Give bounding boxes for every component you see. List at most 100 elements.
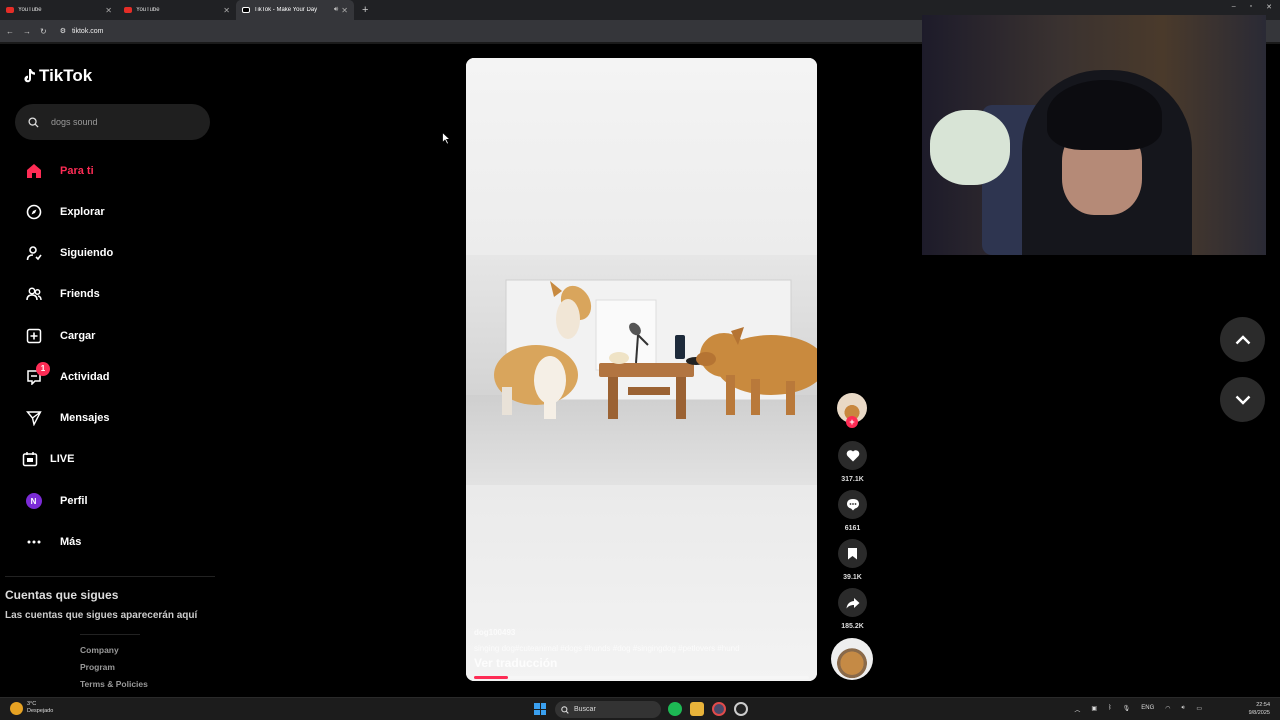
- following-title: Cuentas que sigues: [5, 588, 119, 602]
- clock-date: 9/8/2025: [1248, 710, 1270, 716]
- spotify-icon[interactable]: [668, 702, 682, 716]
- weather-widget[interactable]: 3°C Despejado: [10, 701, 53, 715]
- start-button[interactable]: [534, 703, 546, 715]
- creator-avatar[interactable]: +: [837, 393, 867, 428]
- clock-time: 22:54: [1256, 702, 1270, 708]
- music-disc-icon[interactable]: [831, 638, 873, 680]
- nav-item-mas[interactable]: Más: [25, 532, 81, 552]
- compass-icon: [25, 204, 42, 221]
- activity-badge: 1: [36, 361, 50, 376]
- search-placeholder: dogs sound: [51, 117, 98, 127]
- comment-icon[interactable]: [838, 490, 867, 519]
- share-icon[interactable]: [838, 588, 867, 617]
- tab-title: YouTube: [18, 7, 42, 13]
- nav-item-friends[interactable]: Friends: [25, 284, 100, 304]
- speaker-icon[interactable]: 🔊︎: [334, 6, 338, 14]
- youtube-favicon-icon: [124, 7, 132, 13]
- new-tab-button[interactable]: +: [362, 4, 368, 16]
- footer-link-terms[interactable]: Terms & Policies: [80, 679, 148, 689]
- minimize-button[interactable]: –: [1232, 3, 1236, 11]
- comment-action[interactable]: 6161: [838, 490, 867, 532]
- bluetooth-icon[interactable]: ᛒ: [1108, 705, 1112, 714]
- activity-icon: 1: [25, 361, 50, 386]
- site-info-icon[interactable]: ⚙︎: [60, 27, 66, 35]
- taskbar-search[interactable]: Buscar: [555, 701, 661, 718]
- video-player[interactable]: dog100493 singing dog#cuteanimal #dogs #…: [466, 58, 817, 681]
- nav-label: Siguiendo: [60, 247, 114, 259]
- file-explorer-icon[interactable]: [690, 702, 704, 716]
- browser-tab-youtube-1[interactable]: YouTube ✕: [0, 0, 118, 20]
- footer-link-company[interactable]: Company: [80, 645, 119, 655]
- nav-item-explorar[interactable]: Explorar: [25, 202, 105, 222]
- app-icon[interactable]: [734, 702, 748, 716]
- back-icon[interactable]: ←: [6, 27, 14, 36]
- forward-icon[interactable]: →: [23, 27, 31, 36]
- previous-video-button[interactable]: [1220, 317, 1265, 362]
- battery-icon[interactable]: ▭: [1196, 705, 1202, 714]
- nav-item-siguiendo[interactable]: Siguiendo: [25, 243, 113, 263]
- sidebar-divider: [5, 576, 215, 577]
- close-tab-icon[interactable]: ✕: [223, 6, 230, 15]
- volume-icon[interactable]: 🔉︎: [1182, 705, 1186, 714]
- translate-link[interactable]: Ver traducción: [474, 656, 557, 670]
- close-tab-icon[interactable]: ✕: [341, 6, 348, 15]
- upload-icon: [25, 328, 42, 345]
- close-window-button[interactable]: ✕: [1266, 3, 1272, 11]
- heart-icon[interactable]: [838, 441, 867, 470]
- bookmark-icon[interactable]: [838, 539, 867, 568]
- nav-item-cargar[interactable]: Cargar: [25, 326, 95, 346]
- follow-plus-button[interactable]: +: [846, 416, 858, 428]
- video-description[interactable]: singing dog#cuteanimal #dogs #hunds #dog…: [474, 644, 740, 653]
- comment-count: 6161: [844, 525, 861, 532]
- save-action[interactable]: 39.1K: [838, 539, 867, 581]
- wifi-icon[interactable]: ◠: [1165, 705, 1170, 714]
- video-scene: [466, 255, 817, 485]
- nav-item-para-ti[interactable]: Para ti: [25, 161, 94, 181]
- taskbar-clock[interactable]: 22:54 9/8/2025: [1249, 701, 1270, 717]
- youtube-favicon-icon: [6, 7, 14, 13]
- tray-app-icon[interactable]: ▣: [1091, 705, 1097, 714]
- video-frame-top: [466, 58, 817, 255]
- window-controls: – ▫ ✕: [1232, 3, 1272, 11]
- nav-item-live[interactable]: LIVE: [21, 449, 74, 469]
- browser-tab-youtube-2[interactable]: YouTube ✕: [118, 0, 236, 20]
- logo-text: TikTok: [39, 66, 93, 85]
- next-video-button[interactable]: [1220, 377, 1265, 422]
- more-icon: [25, 534, 42, 551]
- video-progress-fill: [474, 676, 508, 679]
- url-field[interactable]: ⚙︎ tiktok.com: [60, 27, 104, 36]
- weather-desc: Despejado: [27, 708, 54, 714]
- close-tab-icon[interactable]: ✕: [105, 6, 112, 15]
- weather-temp: 3°C: [27, 701, 37, 707]
- tiktok-favicon-icon: [242, 7, 250, 13]
- taskbar-search-label: Buscar: [574, 706, 596, 713]
- webcam-person-hair: [1047, 80, 1162, 150]
- maximize-button[interactable]: ▫: [1250, 3, 1252, 11]
- nav-label: Más: [60, 536, 82, 548]
- like-action[interactable]: 317.1K: [838, 441, 867, 483]
- share-count: 185.2K: [841, 623, 864, 630]
- footer-link-program[interactable]: Program: [80, 662, 115, 672]
- nav-label: Mensajes: [60, 412, 110, 424]
- friends-icon: [25, 286, 42, 303]
- microphone-icon[interactable]: 🎙︎: [1123, 705, 1131, 714]
- language-indicator[interactable]: ENG: [1141, 705, 1154, 714]
- video-username[interactable]: dog100493: [474, 628, 515, 637]
- nav-label: Actividad: [60, 371, 110, 383]
- mouse-cursor-icon: [442, 132, 451, 145]
- browser-tab-tiktok[interactable]: TikTok - Make Your Day 🔊︎ ✕: [236, 0, 354, 20]
- send-icon: [25, 410, 42, 427]
- nav-item-mensajes[interactable]: Mensajes: [25, 408, 110, 428]
- nav-item-perfil[interactable]: N Perfil: [25, 491, 88, 511]
- video-progress-bar[interactable]: [474, 676, 809, 679]
- following-subtitle: Las cuentas que sigues aparecerán aquí: [5, 610, 198, 621]
- reload-icon[interactable]: ↻: [40, 27, 47, 36]
- share-action[interactable]: 185.2K: [838, 588, 867, 630]
- dogs-singing-image: [494, 279, 817, 419]
- tiktok-logo[interactable]: TikTok: [22, 66, 92, 86]
- nav-label: LIVE: [50, 453, 75, 465]
- tray-expand-icon[interactable]: ︿: [1074, 705, 1080, 714]
- nav-item-actividad[interactable]: 1 Actividad: [25, 361, 110, 387]
- chrome-icon[interactable]: [712, 702, 726, 716]
- search-input[interactable]: dogs sound: [15, 104, 210, 140]
